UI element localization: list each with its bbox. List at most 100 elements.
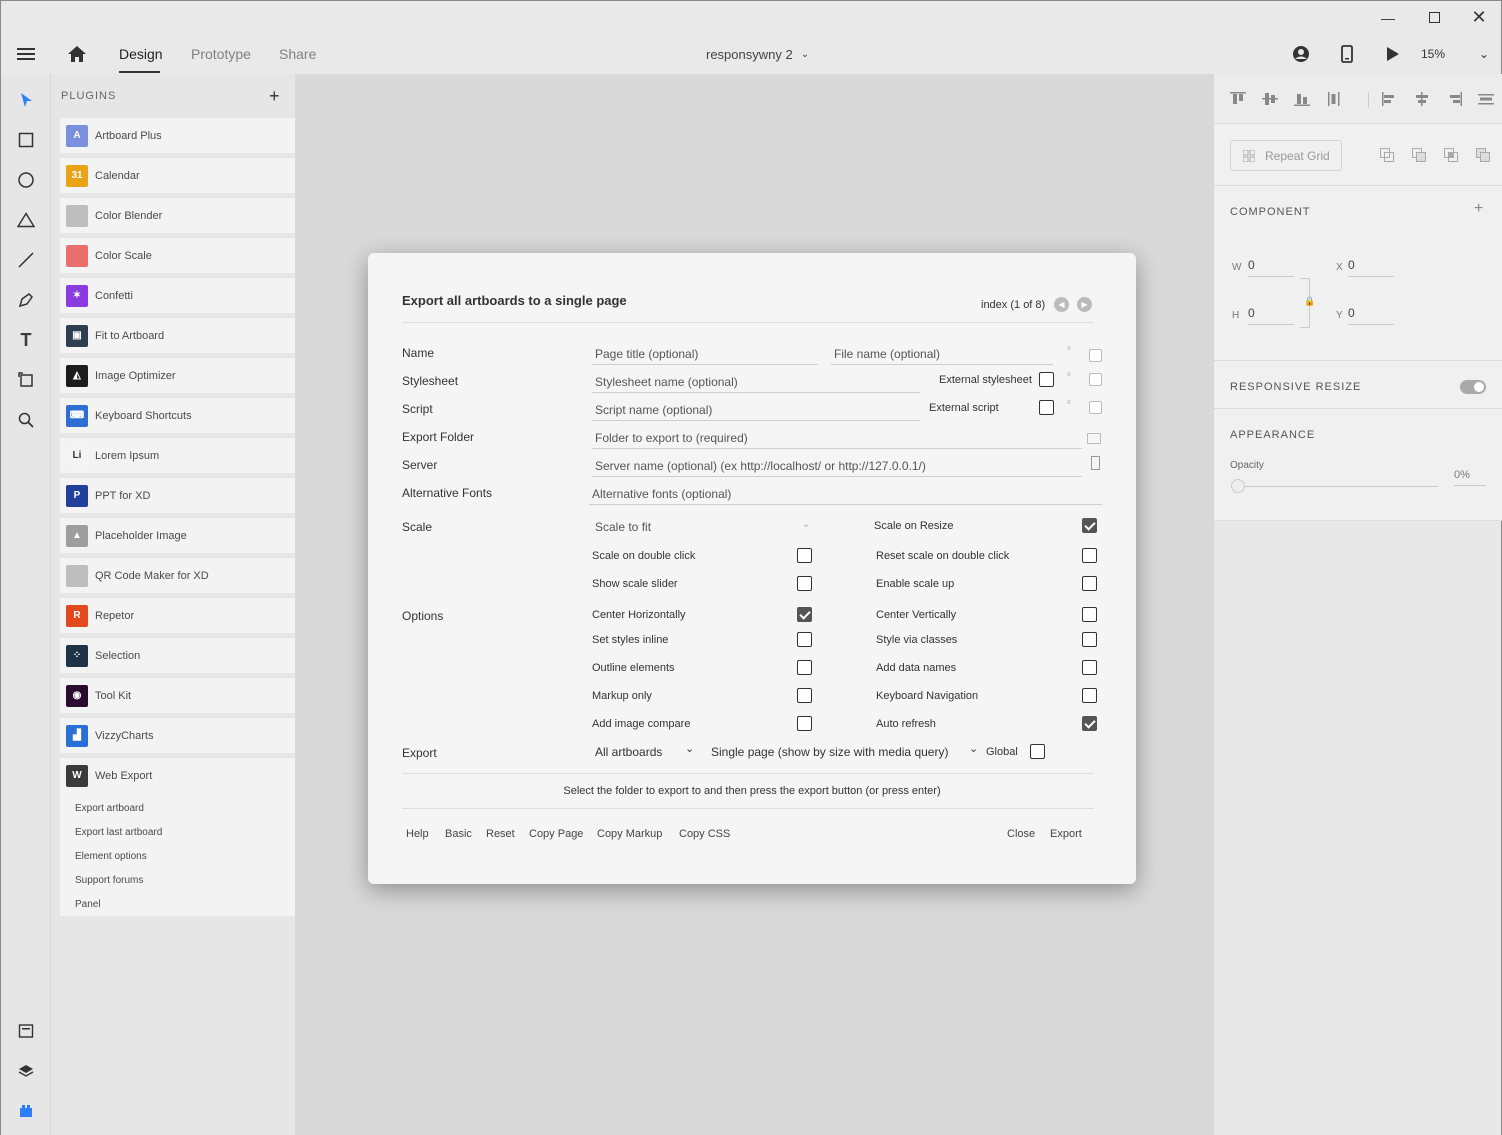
- text-tool-icon[interactable]: T: [14, 328, 38, 352]
- markup-only-checkbox[interactable]: [797, 688, 812, 703]
- script-name-input[interactable]: Script name (optional): [592, 397, 920, 421]
- select-tool-icon[interactable]: [14, 88, 38, 112]
- stylesheet-checkbox[interactable]: [1089, 373, 1102, 386]
- server-input[interactable]: Server name (optional) (ex http://localh…: [592, 453, 1082, 477]
- scale-on-resize-checkbox[interactable]: [1082, 518, 1097, 533]
- align-left-icon[interactable]: [1382, 92, 1398, 106]
- height-field[interactable]: 0: [1248, 306, 1294, 325]
- y-field[interactable]: 0: [1348, 306, 1394, 325]
- file-name-input[interactable]: File name (optional): [831, 341, 1053, 365]
- line-tool-icon[interactable]: [14, 248, 38, 272]
- boolean-intersect-icon[interactable]: [1444, 148, 1458, 162]
- reset-scale-checkbox[interactable]: [1082, 548, 1097, 563]
- submenu-panel[interactable]: Panel: [75, 899, 101, 910]
- auto-refresh-checkbox[interactable]: [1082, 716, 1097, 731]
- copy-page-button[interactable]: Copy Page: [529, 828, 583, 840]
- boolean-subtract-icon[interactable]: [1412, 148, 1426, 162]
- play-icon[interactable]: [1386, 34, 1400, 74]
- server-icon[interactable]: [1091, 456, 1100, 470]
- assets-icon[interactable]: [14, 1019, 38, 1043]
- lock-icon[interactable]: 🔒: [1304, 296, 1315, 307]
- close-button[interactable]: Close: [1007, 828, 1035, 840]
- zoom-select[interactable]: 15%: [1421, 34, 1445, 74]
- distribute-vertical-icon[interactable]: [1326, 92, 1342, 106]
- opacity-slider-handle[interactable]: [1231, 479, 1245, 493]
- align-center-icon[interactable]: [1414, 92, 1430, 106]
- pen-tool-icon[interactable]: [14, 288, 38, 312]
- mobile-preview-icon[interactable]: [1341, 34, 1353, 74]
- repeat-grid-button[interactable]: Repeat Grid: [1230, 140, 1342, 171]
- scale-on-double-click-checkbox[interactable]: [797, 548, 812, 563]
- folder-icon[interactable]: [1087, 433, 1101, 444]
- boolean-exclude-icon[interactable]: [1476, 148, 1490, 162]
- reset-button[interactable]: Reset: [486, 828, 515, 840]
- global-checkbox[interactable]: [1030, 744, 1045, 759]
- align-bottom-icon[interactable]: [1294, 92, 1310, 106]
- submenu-export-artboard[interactable]: Export artboard: [75, 803, 144, 814]
- zoom-tool-icon[interactable]: [14, 408, 38, 432]
- name-checkbox[interactable]: [1089, 349, 1102, 362]
- script-checkbox[interactable]: [1089, 401, 1102, 414]
- add-component-icon[interactable]: +: [1474, 200, 1483, 218]
- stylesheet-name-input[interactable]: Stylesheet name (optional): [592, 369, 920, 393]
- outline-elements-checkbox[interactable]: [797, 660, 812, 675]
- export-button[interactable]: Export: [1050, 828, 1082, 840]
- minimize-icon[interactable]: —: [1365, 1, 1411, 34]
- next-artboard-icon[interactable]: ▶: [1077, 297, 1092, 312]
- align-right-icon[interactable]: [1446, 92, 1462, 106]
- opacity-slider-track[interactable]: [1238, 486, 1438, 487]
- submenu-export-last-artboard[interactable]: Export last artboard: [75, 827, 162, 838]
- maximize-icon[interactable]: [1411, 1, 1457, 34]
- export-artboards-select[interactable]: All artboards: [595, 745, 662, 759]
- keyboard-navigation-checkbox[interactable]: [1082, 688, 1097, 703]
- copy-css-button[interactable]: Copy CSS: [679, 828, 730, 840]
- opacity-field[interactable]: 0%: [1454, 469, 1486, 486]
- x-field[interactable]: 0: [1348, 258, 1394, 277]
- chevron-down-icon[interactable]: ⌄: [1479, 34, 1489, 74]
- style-via-classes-checkbox[interactable]: [1082, 632, 1097, 647]
- boolean-add-icon[interactable]: [1380, 148, 1394, 162]
- hamburger-menu-icon[interactable]: [17, 34, 35, 74]
- artboard-tool-icon[interactable]: [14, 368, 38, 392]
- help-button[interactable]: Help: [406, 828, 429, 840]
- width-field[interactable]: 0: [1248, 258, 1294, 277]
- polygon-tool-icon[interactable]: [14, 208, 38, 232]
- close-window-icon[interactable]: ✕: [1456, 1, 1502, 34]
- ellipse-tool-icon[interactable]: [14, 168, 38, 192]
- user-icon[interactable]: [1292, 34, 1310, 74]
- folder-input[interactable]: Folder to export to (required): [592, 425, 1082, 449]
- scale-select[interactable]: Scale to fit: [592, 514, 816, 538]
- center-vertically-checkbox[interactable]: [1082, 607, 1097, 622]
- h-label: H: [1232, 310, 1240, 321]
- image-compare-checkbox[interactable]: [797, 716, 812, 731]
- align-middle-icon[interactable]: [1262, 92, 1278, 106]
- alternative-fonts-input[interactable]: Alternative fonts (optional): [589, 481, 1102, 505]
- add-plugin-icon[interactable]: +: [269, 86, 280, 107]
- previous-artboard-icon[interactable]: ◀: [1054, 297, 1069, 312]
- layers-icon[interactable]: [14, 1059, 38, 1083]
- center-horizontally-checkbox[interactable]: [797, 607, 812, 622]
- distribute-horizontal-icon[interactable]: [1478, 92, 1494, 106]
- submenu-support-forums[interactable]: Support forums: [75, 875, 143, 886]
- external-script-checkbox[interactable]: [1039, 400, 1054, 415]
- plugins-icon[interactable]: [14, 1099, 38, 1123]
- responsive-resize-toggle[interactable]: [1460, 380, 1486, 394]
- tab-prototype[interactable]: Prototype: [191, 34, 251, 74]
- align-top-icon[interactable]: [1230, 92, 1246, 106]
- page-title-input[interactable]: Page title (optional): [592, 341, 818, 365]
- submenu-element-options[interactable]: Element options: [75, 851, 147, 862]
- styles-inline-checkbox[interactable]: [797, 632, 812, 647]
- plugin-icon: ✶: [66, 284, 88, 307]
- copy-markup-button[interactable]: Copy Markup: [597, 828, 662, 840]
- document-title[interactable]: responsywny 2 ⌄: [706, 34, 809, 74]
- add-data-names-checkbox[interactable]: [1082, 660, 1097, 675]
- rectangle-tool-icon[interactable]: [14, 128, 38, 152]
- basic-button[interactable]: Basic: [445, 828, 472, 840]
- tab-share[interactable]: Share: [279, 34, 316, 74]
- tab-design[interactable]: Design: [119, 34, 163, 74]
- enable-scale-up-checkbox[interactable]: [1082, 576, 1097, 591]
- show-scale-slider-checkbox[interactable]: [797, 576, 812, 591]
- page-mode-select[interactable]: Single page (show by size with media que…: [711, 745, 948, 759]
- home-icon[interactable]: [67, 34, 87, 74]
- external-stylesheet-checkbox[interactable]: [1039, 372, 1054, 387]
